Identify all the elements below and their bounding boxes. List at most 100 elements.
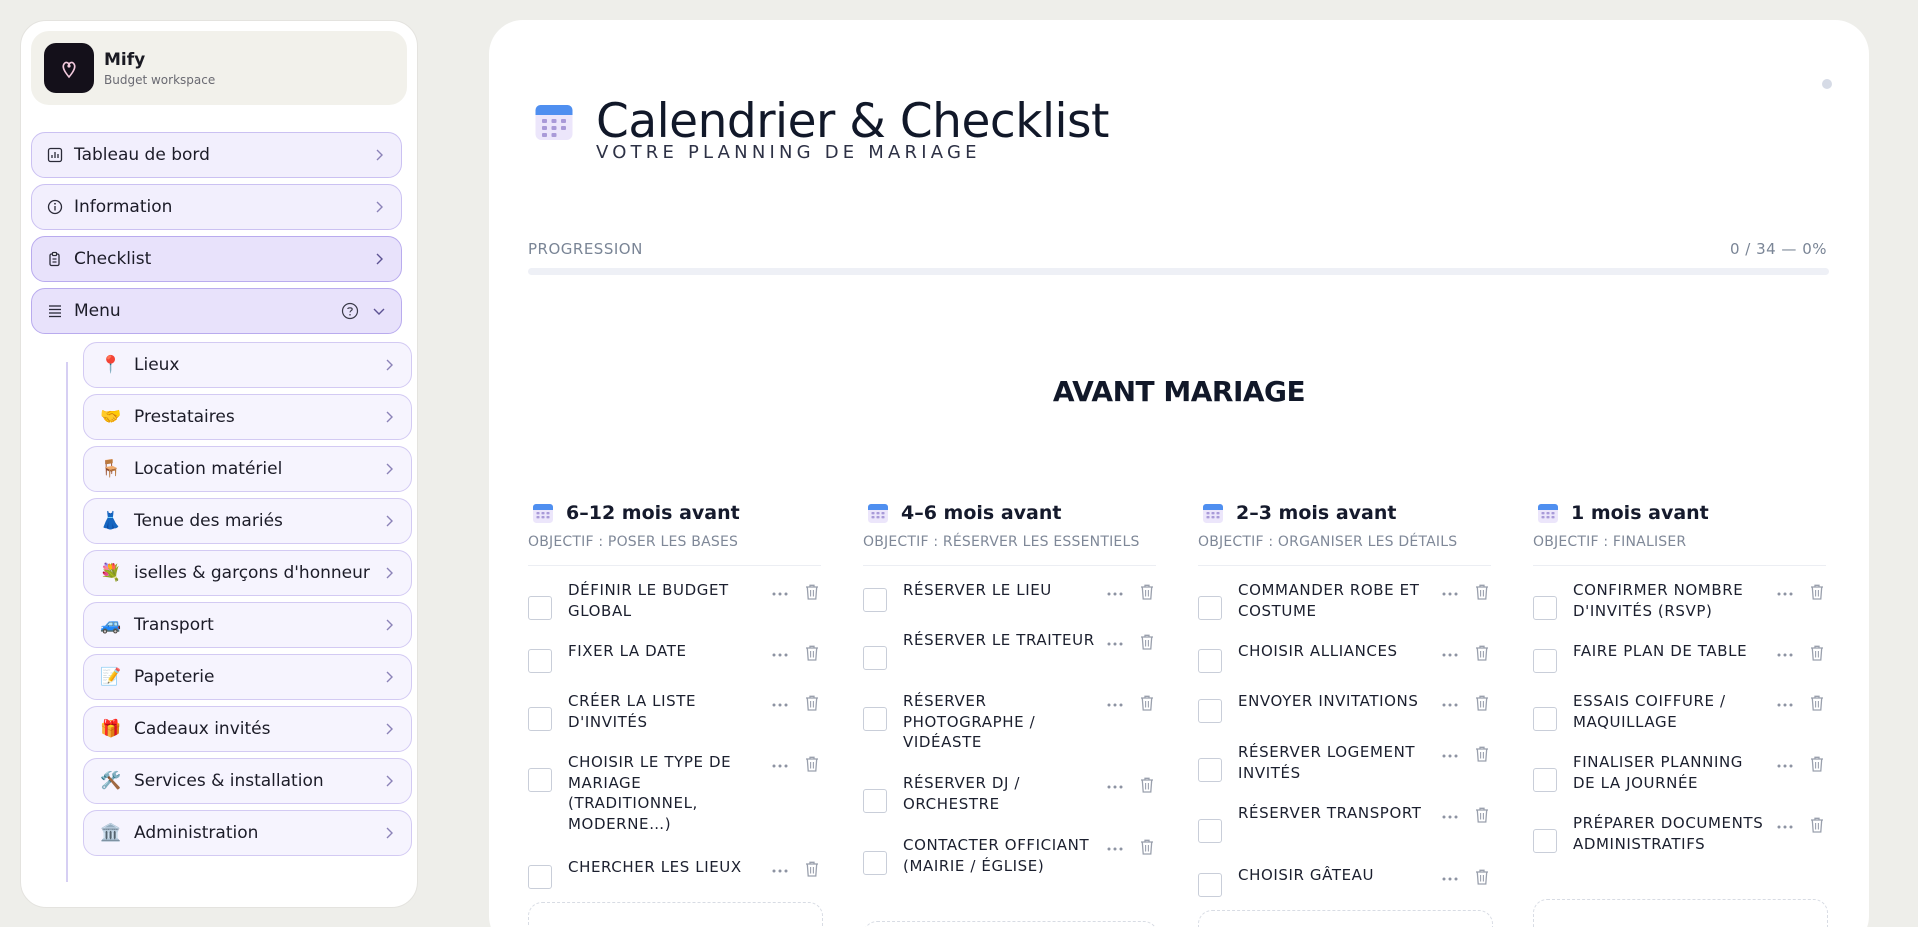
trash-icon[interactable] <box>1474 868 1490 886</box>
task-checkbox[interactable] <box>1198 649 1222 673</box>
task-checkbox[interactable] <box>1533 596 1557 620</box>
submenu-item[interactable]: 🎁 Cadeaux invités <box>83 706 412 752</box>
task-label: Réserver transport <box>1238 804 1422 822</box>
more-options-icon[interactable] <box>1775 697 1795 711</box>
task-checkbox[interactable] <box>863 588 887 612</box>
trash-icon[interactable] <box>1809 644 1825 662</box>
trash-icon[interactable] <box>1139 694 1155 712</box>
trash-icon[interactable] <box>1139 776 1155 794</box>
trash-icon[interactable] <box>1809 755 1825 773</box>
trash-icon[interactable] <box>804 644 820 662</box>
task-label: Confirmer nombre d'invités (RSVP) <box>1573 581 1744 620</box>
submenu-item[interactable]: 📝 Papeterie <box>83 654 412 700</box>
task-checkbox[interactable] <box>1533 707 1557 731</box>
status-dot <box>1822 79 1832 89</box>
column-title: 1 mois avant <box>1571 502 1709 524</box>
help-icon[interactable] <box>341 302 359 320</box>
more-options-icon[interactable] <box>1775 586 1795 600</box>
task-label: Chercher les lieux <box>568 858 742 876</box>
more-options-icon[interactable] <box>1105 636 1125 650</box>
trash-icon[interactable] <box>1474 745 1490 763</box>
more-options-icon[interactable] <box>1105 779 1125 793</box>
trash-icon[interactable] <box>804 694 820 712</box>
task-checkbox[interactable] <box>528 596 552 620</box>
task-label: Réserver logement invités <box>1238 743 1416 782</box>
more-options-icon[interactable] <box>1775 758 1795 772</box>
task-checkbox[interactable] <box>528 865 552 889</box>
submenu-item[interactable]: 🪑 Location matériel <box>83 446 412 492</box>
add-task-area[interactable] <box>1533 898 1828 927</box>
column-header: 4–6 mois avant <box>863 498 1158 528</box>
submenu-item[interactable]: 🤝 Prestataires <box>83 394 412 440</box>
chevron-right-icon <box>376 253 383 265</box>
task-checkbox[interactable] <box>528 707 552 731</box>
task-checkbox[interactable] <box>1198 596 1222 620</box>
more-options-icon[interactable] <box>1440 809 1460 823</box>
trash-icon[interactable] <box>1139 583 1155 601</box>
add-task-area[interactable] <box>528 901 823 927</box>
submenu-item[interactable]: 💐 iselles & garçons d'honneur <box>83 550 412 596</box>
nav-item-menu[interactable]: Menu <box>31 288 402 334</box>
task-checkbox[interactable] <box>1198 819 1222 843</box>
more-options-icon[interactable] <box>770 647 790 661</box>
trash-icon[interactable] <box>1139 838 1155 856</box>
bar-chart-icon <box>46 146 64 164</box>
checklist-column: 4–6 mois avant OBJECTIF : RÉSERVER LES ES… <box>863 498 1158 566</box>
more-options-icon[interactable] <box>770 863 790 877</box>
submenu-item[interactable]: 📍 Lieux <box>83 342 412 388</box>
task-checkbox[interactable] <box>1198 758 1222 782</box>
task-checkbox[interactable] <box>1198 873 1222 897</box>
more-options-icon[interactable] <box>1105 841 1125 855</box>
submenu-item[interactable]: 🏛️ Administration <box>83 810 412 856</box>
more-options-icon[interactable] <box>770 697 790 711</box>
task-checkbox[interactable] <box>863 646 887 670</box>
task-label: Définir le budget global <box>568 581 729 620</box>
task-checkbox[interactable] <box>863 789 887 813</box>
more-options-icon[interactable] <box>1775 647 1795 661</box>
more-options-icon[interactable] <box>1440 647 1460 661</box>
more-options-icon[interactable] <box>1105 586 1125 600</box>
submenu-item[interactable]: 🛠️ Services & installation <box>83 758 412 804</box>
more-options-icon[interactable] <box>1440 697 1460 711</box>
submenu-item-label: Prestataires <box>134 407 235 427</box>
add-task-area[interactable] <box>863 920 1158 927</box>
submenu-item[interactable]: 🚙 Transport <box>83 602 412 648</box>
more-options-icon[interactable] <box>770 586 790 600</box>
trash-icon[interactable] <box>1809 583 1825 601</box>
nav-item-checklist[interactable]: Checklist <box>31 236 402 282</box>
trash-icon[interactable] <box>804 583 820 601</box>
column-header: 6–12 mois avant <box>528 498 823 528</box>
trash-icon[interactable] <box>1809 816 1825 834</box>
more-options-icon[interactable] <box>1775 819 1795 833</box>
brand-card[interactable]: Mify Budget workspace <box>31 31 407 105</box>
trash-icon[interactable] <box>804 755 820 773</box>
task-checkbox[interactable] <box>1198 699 1222 723</box>
more-options-icon[interactable] <box>1440 748 1460 762</box>
more-options-icon[interactable] <box>1105 697 1125 711</box>
task-checkbox[interactable] <box>1533 649 1557 673</box>
task-checkbox[interactable] <box>528 768 552 792</box>
trash-icon[interactable] <box>1474 583 1490 601</box>
task-checkbox[interactable] <box>863 707 887 731</box>
menu-list-icon <box>46 302 64 320</box>
submenu-item[interactable]: 👗 Tenue des mariés <box>83 498 412 544</box>
divider <box>863 565 1156 566</box>
trash-icon[interactable] <box>804 860 820 878</box>
task-checkbox[interactable] <box>528 649 552 673</box>
nav-item-information[interactable]: Information <box>31 184 402 230</box>
task-checkbox[interactable] <box>1533 768 1557 792</box>
trash-icon[interactable] <box>1809 694 1825 712</box>
task-label: Choisir gâteau <box>1238 866 1375 884</box>
trash-icon[interactable] <box>1474 644 1490 662</box>
task-checkbox[interactable] <box>863 851 887 875</box>
more-options-icon[interactable] <box>1440 586 1460 600</box>
trash-icon[interactable] <box>1474 694 1490 712</box>
add-task-area[interactable] <box>1198 909 1493 927</box>
page-title: Calendrier & Checklist <box>596 94 1109 149</box>
nav-item-dashboard[interactable]: Tableau de bord <box>31 132 402 178</box>
trash-icon[interactable] <box>1139 633 1155 651</box>
more-options-icon[interactable] <box>1440 871 1460 885</box>
trash-icon[interactable] <box>1474 806 1490 824</box>
task-checkbox[interactable] <box>1533 829 1557 853</box>
more-options-icon[interactable] <box>770 758 790 772</box>
